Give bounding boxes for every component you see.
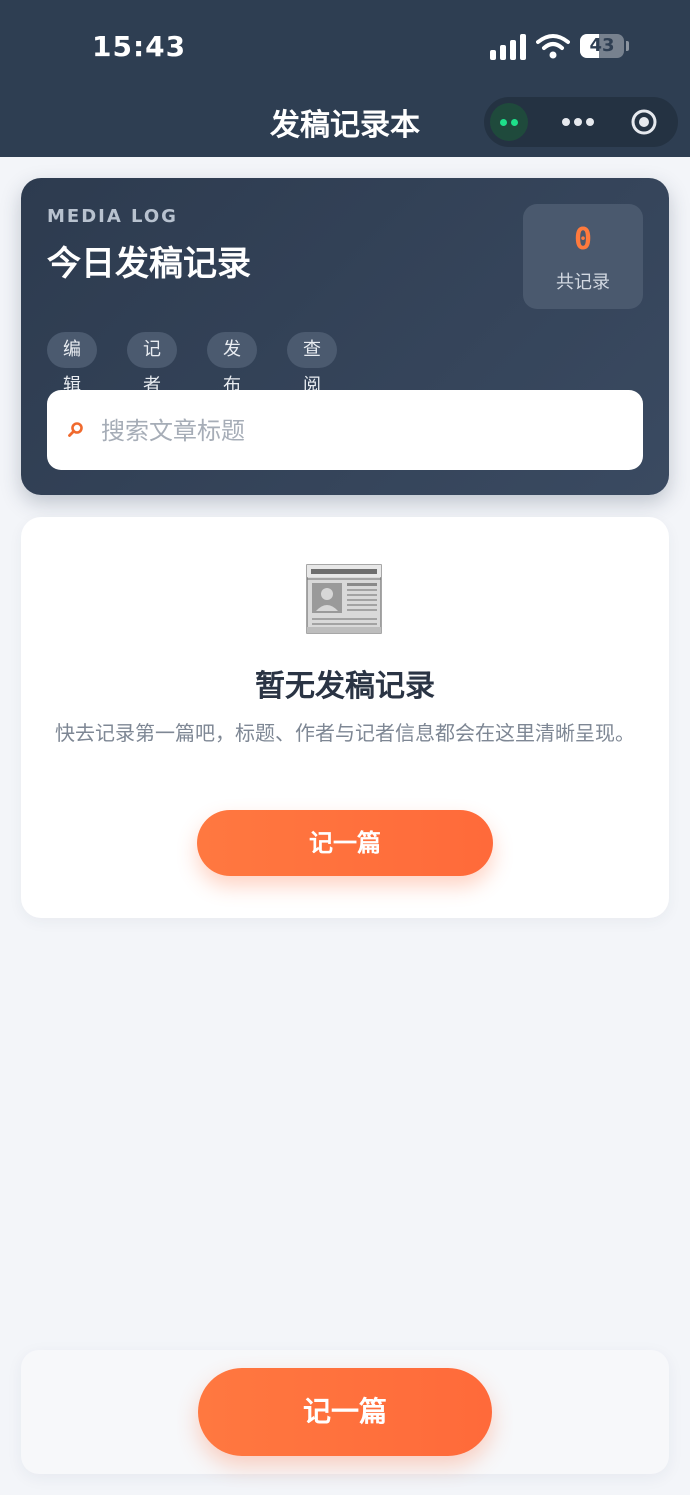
tag-publish[interactable]: 发布 xyxy=(207,332,257,396)
status-dots-icon[interactable] xyxy=(490,103,528,141)
add-record-button[interactable]: 记一篇 xyxy=(197,810,493,876)
search-icon xyxy=(68,422,83,437)
mini-program-capsule xyxy=(484,97,678,147)
add-record-bottom-button[interactable]: 记一篇 xyxy=(198,1368,492,1456)
tag-editor[interactable]: 编辑 xyxy=(47,332,97,396)
cellular-signal-icon xyxy=(490,34,526,60)
search-bar[interactable] xyxy=(47,390,643,472)
empty-description: 快去记录第一篇吧，标题、作者与记者信息都会在这里清晰呈现。 xyxy=(55,721,635,745)
record-count-value: 0 xyxy=(573,222,593,257)
newspaper-icon xyxy=(306,564,382,634)
summary-card: MEDIA LOG 今日发稿记录 0 共记录 编辑 记者 发布 查阅 xyxy=(21,178,669,495)
empty-state-card: 暂无发稿记录 快去记录第一篇吧，标题、作者与记者信息都会在这里清晰呈现。 记一篇 xyxy=(21,517,669,918)
top-bar: 15:43 43 发稿记录本 xyxy=(0,0,690,157)
app-screen: 15:43 43 发稿记录本 MEDIA LOG 今日发稿记录 0 共记录 编辑… xyxy=(0,0,690,1495)
tag-reporter[interactable]: 记者 xyxy=(127,332,177,396)
status-time: 15:43 xyxy=(92,30,187,63)
battery-level: 43 xyxy=(589,35,615,56)
record-count-badge: 0 共记录 xyxy=(523,204,643,309)
bottom-action-bar: 记一篇 xyxy=(21,1350,669,1474)
search-input[interactable] xyxy=(99,390,623,472)
wifi-icon xyxy=(536,34,570,59)
more-icon[interactable] xyxy=(562,118,594,126)
summary-title: 今日发稿记录 xyxy=(47,244,251,284)
battery-tip xyxy=(626,41,629,51)
record-count-label: 共记录 xyxy=(556,272,610,293)
summary-kicker: MEDIA LOG xyxy=(47,206,178,227)
close-target-icon[interactable] xyxy=(630,108,658,136)
battery-icon: 43 xyxy=(580,34,624,58)
empty-title: 暂无发稿记录 xyxy=(255,669,435,704)
tag-review[interactable]: 查阅 xyxy=(287,332,337,396)
